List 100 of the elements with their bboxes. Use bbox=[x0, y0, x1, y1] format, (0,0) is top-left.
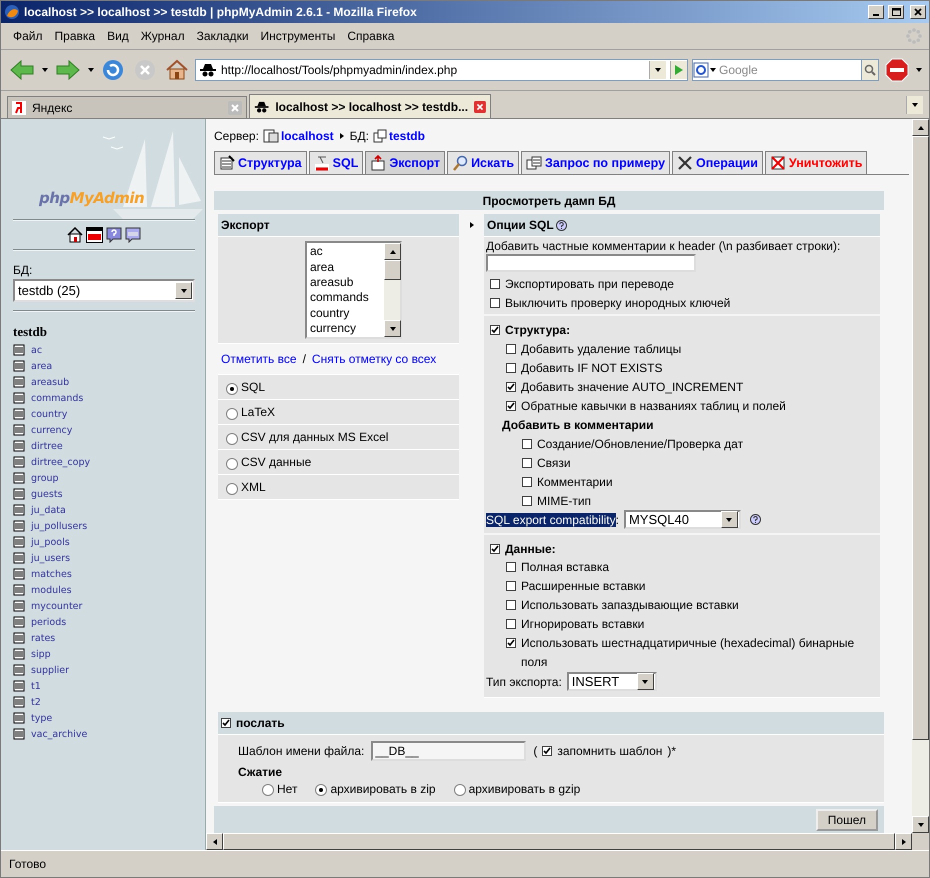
checkbox[interactable] bbox=[490, 278, 500, 289]
sql-query-icon[interactable] bbox=[125, 227, 141, 243]
table-link[interactable]: mycounter bbox=[31, 600, 82, 612]
menu-item[interactable]: Вид bbox=[101, 27, 135, 45]
table-icon[interactable] bbox=[13, 632, 25, 644]
checkbox[interactable] bbox=[221, 718, 231, 728]
go-button[interactable]: Пошел bbox=[816, 808, 878, 831]
tab[interactable]: SQL bbox=[308, 150, 364, 174]
table-icon[interactable] bbox=[13, 696, 25, 708]
comment-field[interactable] bbox=[486, 254, 696, 272]
checkbox[interactable] bbox=[506, 400, 516, 411]
tab[interactable]: Структура bbox=[214, 150, 307, 174]
table-link[interactable]: commands bbox=[31, 392, 84, 404]
table-link[interactable]: dirtree_copy bbox=[31, 456, 90, 468]
checkbox[interactable] bbox=[506, 362, 516, 373]
tab[interactable]: Искать bbox=[447, 150, 520, 174]
radio-button[interactable] bbox=[262, 784, 274, 796]
list-item[interactable]: currency bbox=[310, 320, 381, 336]
menu-item[interactable]: Файл bbox=[7, 27, 49, 45]
table-icon[interactable] bbox=[13, 456, 25, 468]
search-button[interactable] bbox=[861, 59, 879, 81]
table-icon[interactable] bbox=[13, 728, 25, 740]
table-link[interactable]: type bbox=[31, 712, 52, 724]
history-dropdown-button[interactable] bbox=[649, 61, 666, 79]
table-icon[interactable] bbox=[13, 520, 25, 532]
checkbox[interactable] bbox=[506, 638, 516, 648]
radio-button[interactable] bbox=[226, 382, 238, 395]
table-link[interactable]: areasub bbox=[31, 376, 70, 388]
scroll-thumb[interactable] bbox=[384, 260, 401, 280]
tab[interactable]: Запрос по примеру bbox=[521, 150, 670, 174]
checkbox[interactable] bbox=[506, 562, 516, 572]
browser-tab[interactable]: localhost >> localhost >> testdb... bbox=[249, 94, 491, 118]
radio-button[interactable] bbox=[315, 784, 328, 796]
table-icon[interactable] bbox=[13, 360, 25, 372]
radio-button[interactable] bbox=[454, 784, 466, 796]
select-all-link[interactable]: Отметить все bbox=[221, 352, 297, 366]
table-icon[interactable] bbox=[13, 664, 25, 676]
table-icon[interactable] bbox=[13, 424, 25, 436]
filename-field[interactable]: __DB__ bbox=[371, 741, 526, 762]
menu-item[interactable]: Правка bbox=[48, 27, 102, 45]
table-link[interactable]: vac_archive bbox=[31, 728, 88, 740]
list-item[interactable]: area bbox=[310, 260, 381, 275]
menu-item[interactable]: Закладки bbox=[190, 27, 255, 45]
table-icon[interactable] bbox=[13, 616, 25, 628]
server-link[interactable]: localhost bbox=[262, 128, 334, 143]
table-link[interactable]: currency bbox=[31, 424, 72, 436]
table-icon[interactable] bbox=[13, 648, 25, 660]
unselect-all-link[interactable]: Снять отметку со всех bbox=[312, 352, 436, 366]
home-icon[interactable] bbox=[67, 227, 83, 243]
table-link[interactable]: supplier bbox=[31, 664, 70, 676]
search-engine-icon[interactable] bbox=[693, 62, 717, 78]
close-button[interactable] bbox=[910, 5, 926, 19]
export-type-select[interactable]: INSERT bbox=[566, 672, 657, 692]
table-listbox[interactable]: ac area areasub commands country currency bbox=[305, 241, 402, 340]
checkbox[interactable] bbox=[490, 298, 500, 308]
table-link[interactable]: rates bbox=[31, 632, 56, 644]
radio-button[interactable] bbox=[226, 458, 238, 470]
tab[interactable]: Экспорт bbox=[365, 150, 446, 174]
menu-item[interactable]: Журнал bbox=[134, 27, 191, 45]
list-item[interactable]: country bbox=[310, 306, 381, 321]
table-link[interactable]: ac bbox=[31, 344, 42, 356]
search-field[interactable]: Google bbox=[717, 59, 861, 81]
list-item[interactable]: areasub bbox=[310, 275, 381, 290]
radio-button[interactable] bbox=[226, 432, 238, 445]
database-link[interactable]: testdb bbox=[372, 128, 425, 143]
list-item[interactable]: commands bbox=[310, 290, 381, 306]
checkbox[interactable] bbox=[522, 476, 532, 487]
checkbox[interactable] bbox=[506, 619, 516, 630]
table-icon[interactable] bbox=[13, 712, 25, 724]
checkbox[interactable] bbox=[506, 581, 516, 592]
table-icon[interactable] bbox=[13, 552, 25, 564]
table-link[interactable]: group bbox=[31, 472, 59, 484]
table-link[interactable]: dirtree bbox=[31, 440, 63, 452]
table-icon[interactable] bbox=[13, 376, 25, 388]
table-icon[interactable] bbox=[13, 536, 25, 548]
address-field[interactable]: http://localhost/Tools/phpmyadmin/index.php bbox=[195, 59, 688, 81]
table-link[interactable]: area bbox=[31, 360, 52, 372]
table-link[interactable]: ju_pollusers bbox=[31, 520, 88, 532]
horizontal-scrollbar[interactable] bbox=[206, 833, 929, 850]
maximize-button[interactable] bbox=[888, 5, 904, 19]
tab-list-button[interactable] bbox=[906, 96, 923, 114]
adblock-button[interactable] bbox=[883, 58, 911, 82]
table-link[interactable]: guests bbox=[31, 488, 63, 500]
checkbox[interactable] bbox=[506, 600, 516, 610]
table-icon[interactable] bbox=[13, 488, 25, 500]
list-item[interactable]: ac bbox=[310, 244, 381, 260]
browser-tab[interactable]: Яндекс bbox=[7, 96, 247, 118]
sql-window-icon[interactable] bbox=[86, 227, 103, 243]
checkbox[interactable] bbox=[522, 458, 532, 468]
checkbox[interactable] bbox=[490, 544, 500, 554]
menu-item[interactable]: Инструменты bbox=[254, 27, 342, 45]
tab[interactable]: Операции bbox=[672, 150, 763, 174]
table-icon[interactable] bbox=[13, 408, 25, 420]
table-icon[interactable] bbox=[13, 392, 25, 404]
table-icon[interactable] bbox=[13, 344, 25, 356]
checkbox[interactable] bbox=[506, 344, 516, 354]
help-icon[interactable] bbox=[556, 220, 567, 231]
help-icon[interactable] bbox=[750, 514, 761, 526]
radio-button[interactable] bbox=[226, 408, 238, 420]
checkbox[interactable] bbox=[522, 496, 532, 506]
